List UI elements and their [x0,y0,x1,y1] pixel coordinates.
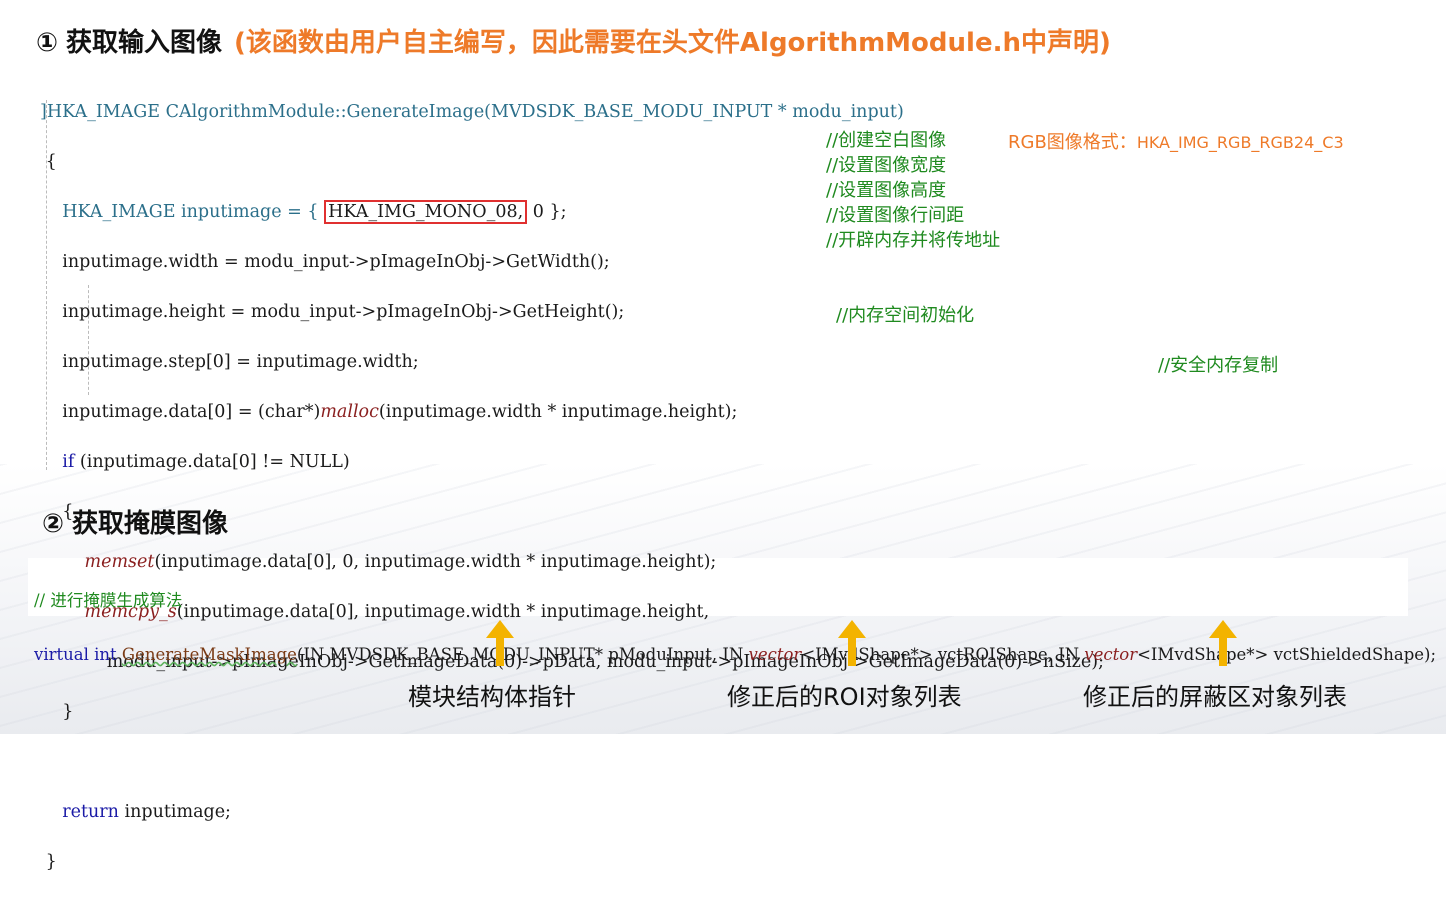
section2-heading: ② 获取掩膜图像 [42,503,228,540]
label-roi-list: 修正后的ROI对象列表 [727,683,962,711]
code-line-width: inputimage.width = modu_input->pImageInO… [40,252,610,272]
comment-create-image: //创建空白图像 [826,130,947,151]
section1-note: (该函数由用户自主编写，因此需要在头文件AlgorithmModule.h中声明… [234,28,1111,58]
code-line-return: return inputimage; [62,802,231,822]
rgb-format-note: RGB图像格式：HKA_IMG_RGB_RGB24_C3 [1008,128,1344,154]
code2-comment: // 进行掩膜生成算法 [34,591,183,610]
code-line-if: if (inputimage.data[0] != NULL) [62,452,350,472]
section1-heading: ① 获取输入图像 (该函数由用户自主编写，因此需要在头文件AlgorithmModu… [36,22,1111,59]
comment-memset: //内存空间初始化 [836,305,975,326]
highlight-box-mono08: HKA_IMG_MONO_08, [324,200,528,224]
comment-malloc: //开辟内存并将传地址 [826,230,1001,251]
up-arrow-icon [838,620,866,666]
comment-set-step: //设置图像行间距 [826,205,965,226]
comment-memcpy: //安全内存复制 [1158,355,1279,376]
rgb-format-value: HKA_IMG_RGB_RGB24_C3 [1136,133,1344,152]
rgb-format-label: RGB图像格式： [1008,132,1137,153]
section2-title: 获取掩膜图像 [72,509,229,539]
up-arrow-icon [486,620,514,666]
code-line-signature: ]HKA_IMAGE CAlgorithmModule::GenerateIma… [40,102,904,122]
up-arrow-icon [1209,620,1237,666]
section1-title: 获取输入图像 [66,28,223,58]
label-module-struct-pointer: 模块结构体指针 [408,683,576,711]
label-shielded-list: 修正后的屏蔽区对象列表 [1083,683,1347,711]
code-line-close-brace: } [40,852,57,872]
comment-set-width: //设置图像宽度 [826,155,947,176]
code-line-malloc: inputimage.data[0] = (char*)malloc(input… [40,402,738,422]
comment-set-height: //设置图像高度 [826,180,947,201]
section2-number: ② [42,509,65,539]
section1-number: ① [36,28,59,58]
function-name-generatemaskimage: GenerateMaskImage [121,645,297,664]
code-line-step: inputimage.step[0] = inputimage.width; [40,352,419,372]
